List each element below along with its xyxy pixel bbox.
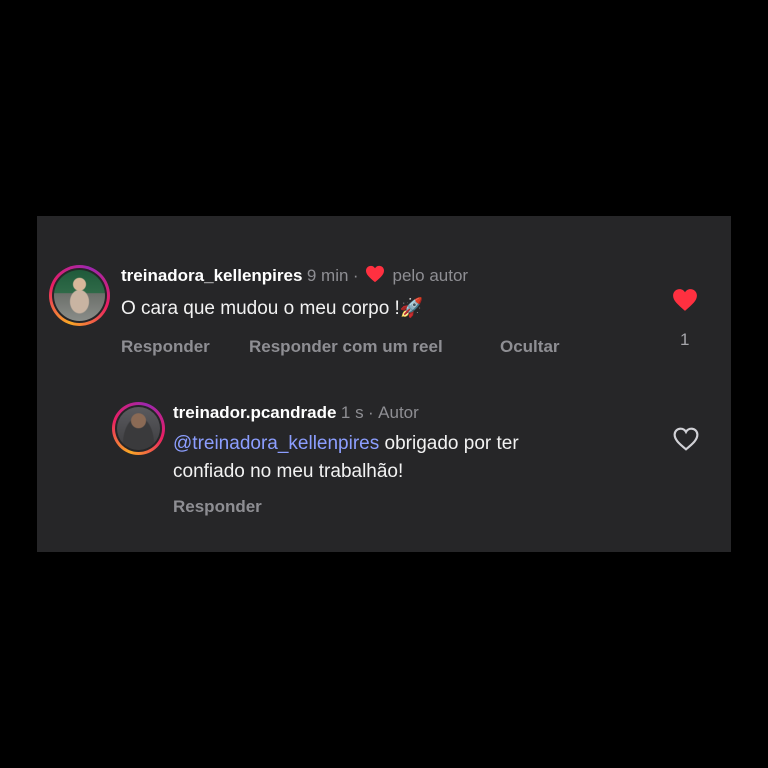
reply-like-heart-icon[interactable]	[673, 427, 699, 451]
commenter-avatar-photo	[54, 270, 105, 321]
reply-mention-link[interactable]: @treinadora_kellenpires	[173, 433, 379, 454]
reply-separator: ·	[368, 403, 374, 422]
comment-header: treinadora_kellenpires 9 min · pelo auto…	[121, 265, 468, 286]
reply-header: treinador.pcandrade 1 s · Autor	[173, 403, 419, 423]
comment-like-heart-icon[interactable]	[672, 288, 698, 312]
comments-card: treinadora_kellenpires 9 min · pelo auto…	[37, 216, 731, 552]
reply-username[interactable]: treinador.pcandrade	[173, 403, 336, 422]
commenter-avatar[interactable]	[49, 265, 110, 326]
comment-separator: ·	[352, 266, 359, 285]
comment-hide-button[interactable]: Ocultar	[500, 337, 560, 357]
replier-avatar[interactable]	[112, 402, 165, 455]
comment-text: O cara que mudou o meu corpo !🚀	[121, 298, 424, 319]
reply-text: @treinadora_kellenpires obrigado por ter…	[173, 430, 519, 486]
comment-username[interactable]: treinadora_kellenpires	[121, 266, 302, 285]
reply-reply-button[interactable]: Responder	[173, 497, 262, 517]
replier-avatar-photo	[117, 407, 160, 450]
comment-time: 9 min	[306, 266, 349, 285]
comment-reply-reel-button[interactable]: Responder com um reel	[249, 337, 443, 357]
reply-author-label: Autor	[378, 403, 419, 422]
comment-reply-button[interactable]: Responder	[121, 337, 210, 357]
reply-text-line1: obrigado por ter	[379, 433, 519, 454]
liked-by-author-heart-icon	[366, 265, 385, 283]
reply-text-line2: confiado no meu trabalhão!	[173, 461, 404, 482]
liked-by-author-label: pelo autor	[392, 266, 469, 285]
reply-time: 1 s	[340, 403, 364, 422]
comment-like-count[interactable]: 1	[680, 330, 689, 350]
